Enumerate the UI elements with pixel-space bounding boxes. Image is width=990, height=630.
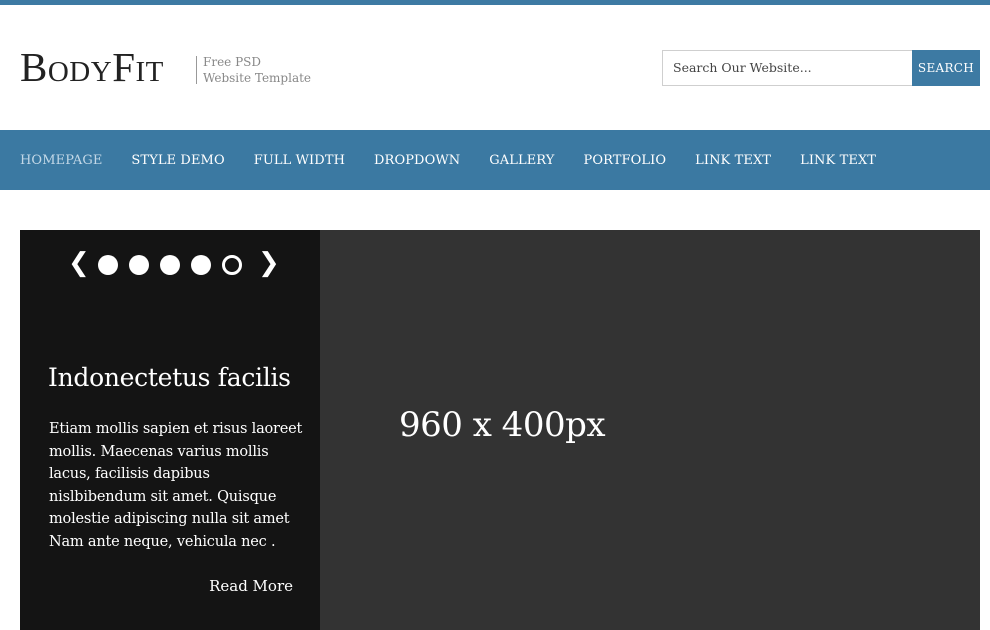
main-navigation: HOMEPAGE STYLE DEMO FULL WIDTH DROPDOWN … [0,130,990,190]
read-more-link[interactable]: Read More [209,577,293,595]
nav-list: HOMEPAGE STYLE DEMO FULL WIDTH DROPDOWN … [0,130,990,190]
slide-body-line: nislbibendum sit amet. Quisque [49,488,277,505]
slide-image-placeholder[interactable]: 960 x 400px [320,230,980,630]
nav-item-style-demo[interactable]: STYLE DEMO [131,153,224,168]
chevron-left-icon[interactable]: ❮ [68,250,90,276]
tagline-line-1: Free PSD [203,55,261,69]
image-size-label: 960 x 400px [399,405,606,445]
nav-item-portfolio[interactable]: PORTFOLIO [583,153,666,168]
chevron-right-icon[interactable]: ❯ [258,250,280,276]
slider-pager: ❮ ❯ [68,250,280,276]
logo-divider [196,56,197,84]
search-button[interactable]: SEARCH [912,50,980,86]
nav-item-link-text-2[interactable]: LINK TEXT [800,153,876,168]
slide-caption-panel: ❮ ❯ Indonectetus facilis Etiam mollis sa… [20,230,320,630]
pager-dot-1[interactable] [98,255,118,275]
nav-item-homepage[interactable]: HOMEPAGE [20,153,102,168]
pager-dot-5-active[interactable] [222,255,242,275]
slide-body-line: Nam ante neque, vehicula nec . [49,533,276,550]
nav-item-dropdown[interactable]: DROPDOWN [374,153,460,168]
logo-tagline: Free PSD Website Template [203,54,311,86]
hero-slider: ❮ ❯ Indonectetus facilis Etiam mollis sa… [20,230,980,630]
slide-title: Indonectetus facilis [48,363,291,392]
top-accent-strip [0,0,990,5]
slide-body-line: mollis. Maecenas varius mollis [49,443,269,460]
nav-item-link-text-1[interactable]: LINK TEXT [695,153,771,168]
nav-item-full-width[interactable]: FULL WIDTH [254,153,345,168]
pager-dot-2[interactable] [129,255,149,275]
slide-body-line: molestie adipiscing nulla sit amet [49,511,290,527]
search-input[interactable] [662,50,923,86]
slide-body-text: Etiam mollis sapien et risus laoreet mol… [49,418,303,553]
tagline-line-2: Website Template [203,71,312,85]
logo-wordmark: BodyFit [20,44,164,90]
pager-dot-4[interactable] [191,255,211,275]
nav-item-gallery[interactable]: GALLERY [489,153,554,168]
slide-body-line: Etiam mollis sapien et risus laoreet [49,421,303,437]
pager-dot-3[interactable] [160,255,180,275]
slide-body-line: lacus, facilisis dapibus [49,466,210,482]
